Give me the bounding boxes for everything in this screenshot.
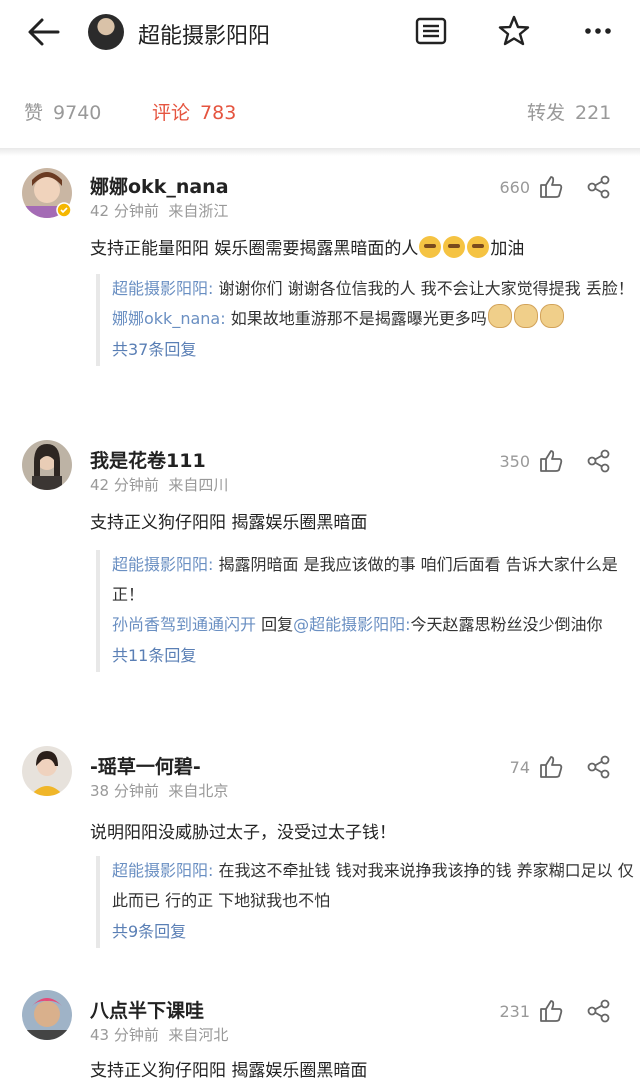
like-count: 231 [499, 1002, 530, 1021]
emoji-icon [419, 236, 442, 258]
reply-user[interactable]: 超能摄影阳阳 [112, 279, 208, 298]
reply-line: 超能摄影阳阳: 谢谢你们 谢谢各位信我的人 我不会让大家觉得提我 丢脸！ [112, 274, 636, 304]
comment-meta: 42 分钟前 来自浙江 [90, 200, 228, 221]
more-icon[interactable] [581, 14, 615, 48]
comment-author[interactable]: 娜娜okk_nana [90, 172, 229, 199]
reply-line: 孙尚香驾到通通闪开 回复@超能摄影阳阳:今天赵露思粉丝没少倒油你 [112, 610, 636, 640]
like-count: 74 [509, 758, 530, 777]
reply-block: 超能摄影阳阳: 揭露阴暗面 是我应该做的事 咱们后面看 告诉大家什么是正！ 孙尚… [96, 550, 636, 672]
reply-user[interactable]: 超能摄影阳阳 [112, 861, 208, 880]
reply-user[interactable]: 超能摄影阳阳 [112, 555, 208, 574]
like-count: 350 [499, 452, 530, 471]
like-icon[interactable] [538, 174, 564, 200]
like-icon[interactable] [538, 998, 564, 1024]
reply-line: 超能摄影阳阳: 在我这不牵扯钱 钱对我来说挣我该挣的钱 养家糊口足以 仅此而已 … [112, 856, 636, 916]
tab-likes[interactable]: 赞 9740 [24, 98, 101, 125]
top-bar: 超能摄影阳阳 [0, 0, 640, 70]
page-title[interactable]: 超能摄影阳阳 [138, 18, 270, 50]
comment-meta: 43 分钟前 来自河北 [90, 1024, 228, 1045]
more-replies-link[interactable]: 共9条回复 [112, 916, 636, 948]
back-arrow-icon[interactable] [24, 14, 64, 50]
reply-block: 超能摄影阳阳: 在我这不牵扯钱 钱对我来说挣我该挣的钱 养家糊口足以 仅此而已 … [96, 856, 636, 948]
reply-text: 如果故地重游那不是揭露曝光更多吗 [225, 309, 487, 328]
tab-reposts[interactable]: 转发 221 [527, 98, 611, 125]
reply-text: 谢谢你们 谢谢各位信我的人 我不会让大家觉得提我 丢脸！ [213, 279, 634, 298]
tab-bar: 赞 9740 评论 783 转发 221 [0, 70, 640, 150]
tab-reposts-count: 221 [575, 102, 612, 124]
reply-block: 超能摄影阳阳: 谢谢你们 谢谢各位信我的人 我不会让大家觉得提我 丢脸！ 娜娜o… [96, 274, 636, 366]
reply-user[interactable]: 孙尚香驾到通通闪开 [112, 615, 256, 634]
comment-text: 支持正能量阳阳 娱乐圈需要揭露黑暗面的人 加油 [90, 234, 620, 259]
like-icon[interactable] [538, 754, 564, 780]
reply-target[interactable]: @超能摄影阳阳 [293, 615, 405, 634]
comment-author[interactable]: -瑶草一何碧- [90, 752, 201, 779]
avatar[interactable] [22, 990, 72, 1040]
tab-comments[interactable]: 评论 783 [152, 98, 236, 125]
comment-time: 42 分钟前 [90, 476, 159, 494]
share-icon[interactable] [586, 998, 612, 1024]
tab-likes-count: 9740 [53, 102, 102, 124]
comment-text: 支持正义狗仔阳阳 揭露娱乐圈黑暗面 [90, 513, 368, 533]
emoji-icon [467, 236, 490, 258]
reply-text: 今天赵露思粉丝没少倒油你 [410, 615, 603, 634]
comment-location: 来自浙江 [168, 202, 229, 220]
avatar[interactable] [88, 14, 124, 50]
divider [0, 148, 640, 156]
share-icon[interactable] [586, 174, 612, 200]
comment-time: 43 分钟前 [90, 1026, 159, 1044]
reply-line: 娜娜okk_nana: 如果故地重游那不是揭露曝光更多吗 [112, 304, 636, 334]
tab-likes-label: 赞 [24, 102, 44, 124]
reply-verb: 回复 [256, 615, 294, 634]
like-icon[interactable] [538, 448, 564, 474]
verified-badge-icon [56, 202, 72, 218]
comment-text-suffix: 加油 [490, 239, 525, 259]
share-icon[interactable] [586, 754, 612, 780]
comment-meta: 42 分钟前 来自四川 [90, 474, 228, 495]
comment-time: 38 分钟前 [90, 782, 159, 800]
doge-emoji-icon [513, 304, 538, 328]
doge-emoji-icon [539, 304, 564, 328]
comment-location: 来自河北 [168, 1026, 229, 1044]
comment-time: 42 分钟前 [90, 202, 159, 220]
doge-emoji-icon [487, 304, 512, 328]
emoji-icon [443, 236, 466, 258]
share-icon[interactable] [586, 448, 612, 474]
comment-author[interactable]: 八点半下课哇 [90, 996, 204, 1023]
tab-comments-label: 评论 [152, 102, 191, 124]
comment-text: 支持正义狗仔阳阳 揭露娱乐圈黑暗面 [90, 1061, 368, 1081]
reply-user[interactable]: 娜娜okk_nana [112, 309, 220, 328]
comment-author[interactable]: 我是花卷111 [90, 446, 206, 473]
comment-text: 说明阳阳没威胁过太子，没受过太子钱！ [90, 823, 396, 843]
comment-location: 来自北京 [168, 782, 229, 800]
avatar[interactable] [22, 746, 72, 796]
more-replies-link[interactable]: 共11条回复 [112, 640, 636, 672]
comment-location: 来自四川 [168, 476, 229, 494]
comment-text-main: 支持正能量阳阳 娱乐圈需要揭露黑暗面的人 [90, 239, 419, 259]
more-replies-link[interactable]: 共37条回复 [112, 334, 636, 366]
tab-reposts-label: 转发 [527, 102, 566, 124]
comment-meta: 38 分钟前 来自北京 [90, 780, 228, 801]
avatar[interactable] [22, 440, 72, 490]
star-icon[interactable] [497, 14, 531, 48]
tab-comments-count: 783 [200, 102, 237, 124]
menu-list-icon[interactable] [414, 14, 448, 48]
reply-line: 超能摄影阳阳: 揭露阴暗面 是我应该做的事 咱们后面看 告诉大家什么是正！ [112, 550, 636, 610]
like-count: 660 [499, 178, 530, 197]
